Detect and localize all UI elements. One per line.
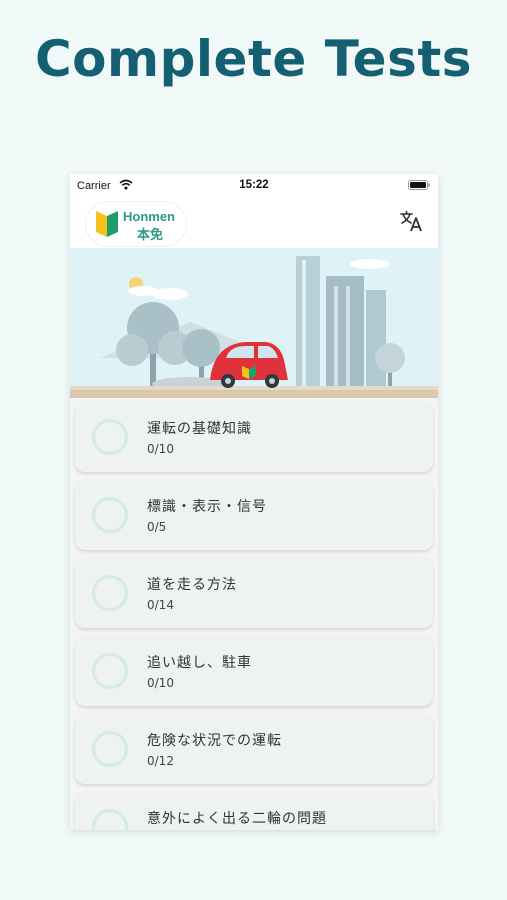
logo-text-en: Honmen bbox=[123, 209, 175, 224]
phone-screen: Carrier 15:22 Honmen 本免 運転の基礎知識 0/10 標識・… bbox=[70, 174, 438, 830]
progress-circle-icon bbox=[92, 809, 128, 830]
progress-circle-icon bbox=[92, 575, 128, 611]
lesson-title: 運転の基礎知識 bbox=[147, 421, 252, 437]
lesson-card[interactable]: 運転の基礎知識 0/10 bbox=[75, 402, 433, 472]
battery-icon bbox=[408, 180, 430, 190]
lesson-progress: 0/10 bbox=[147, 442, 174, 456]
lesson-card[interactable]: 危険な状況での運転 0/12 bbox=[75, 714, 433, 784]
lesson-title: 道を走る方法 bbox=[147, 577, 237, 593]
progress-circle-icon bbox=[92, 497, 128, 533]
headline: Complete Tests bbox=[34, 30, 472, 88]
lesson-card[interactable]: 標識・表示・信号 0/5 bbox=[75, 480, 433, 550]
city-banner-illustration bbox=[70, 248, 438, 398]
translate-icon[interactable] bbox=[400, 210, 424, 232]
lesson-progress: 0/12 bbox=[147, 754, 174, 768]
app-logo[interactable]: Honmen 本免 bbox=[86, 202, 186, 246]
progress-circle-icon bbox=[92, 653, 128, 689]
app-bar: Honmen 本免 bbox=[70, 196, 438, 248]
progress-circle-icon bbox=[92, 419, 128, 455]
lesson-card[interactable]: 意外によく出る二輪の問題 bbox=[75, 792, 433, 830]
progress-circle-icon bbox=[92, 731, 128, 767]
status-time: 15:22 bbox=[239, 179, 269, 191]
lesson-progress: 0/14 bbox=[147, 598, 174, 612]
lesson-list: 運転の基礎知識 0/10 標識・表示・信号 0/5 道を走る方法 0/14 追い… bbox=[70, 398, 438, 830]
logo-text-ja: 本免 bbox=[137, 228, 164, 243]
lesson-progress: 0/10 bbox=[147, 676, 174, 690]
lesson-card[interactable]: 道を走る方法 0/14 bbox=[75, 558, 433, 628]
lesson-title: 標識・表示・信号 bbox=[147, 499, 267, 515]
lesson-title: 追い越し、駐車 bbox=[147, 655, 252, 671]
beginner-mark-icon bbox=[96, 211, 118, 237]
lesson-progress: 0/5 bbox=[147, 520, 167, 534]
lesson-card[interactable]: 追い越し、駐車 0/10 bbox=[75, 636, 433, 706]
lesson-title: 意外によく出る二輪の問題 bbox=[147, 811, 327, 827]
lesson-title: 危険な状況での運転 bbox=[147, 733, 282, 749]
status-bar: Carrier 15:22 bbox=[70, 174, 438, 196]
